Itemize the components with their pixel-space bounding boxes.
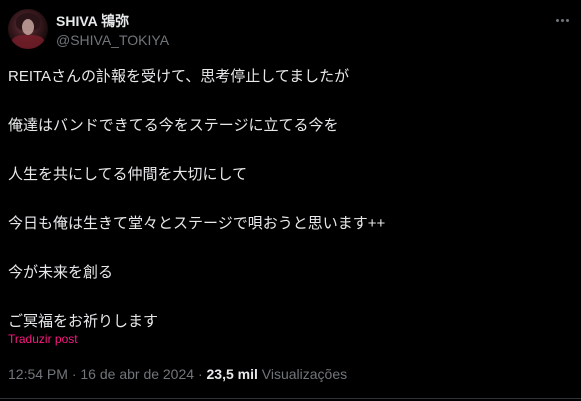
avatar-clothing xyxy=(12,35,44,49)
post-card: SHIVA 鴇弥 @SHIVA_TOKIYA REITAさんの訃報を受けて、思考… xyxy=(0,0,581,401)
more-horizontal-icon xyxy=(560,18,564,22)
post-date[interactable]: 16 de abr de 2024 xyxy=(80,366,194,382)
more-horizontal-icon xyxy=(565,18,569,22)
avatar-face xyxy=(22,19,34,35)
translate-post-link[interactable]: Traduzir post xyxy=(8,332,78,346)
post-text: REITAさんの訃報を受けて、思考停止してましたが 俺達はバンドできてる今をステ… xyxy=(8,65,573,334)
meta-separator: · xyxy=(71,366,77,382)
views-count: 23,5 mil xyxy=(206,366,258,382)
more-horizontal-icon xyxy=(555,18,559,22)
divider xyxy=(0,398,581,399)
post-text-line: ご冥福をお祈りします xyxy=(8,313,159,330)
author-display-name[interactable]: SHIVA 鴇弥 xyxy=(56,11,129,31)
post-time[interactable]: 12:54 PM xyxy=(8,366,68,382)
post-text-line: REITAさんの訃報を受けて、思考停止してましたが xyxy=(8,68,350,85)
meta-separator: · xyxy=(197,366,203,382)
author-handle[interactable]: @SHIVA_TOKIYA xyxy=(56,32,169,48)
post-text-line: 俺達はバンドできてる今をステージに立てる今を xyxy=(8,117,339,134)
post-text-line: 人生を共にしてる仲間を大切にして xyxy=(8,166,248,183)
post-text-line: 今が未来を創る xyxy=(8,264,114,281)
avatar[interactable] xyxy=(8,9,48,49)
more-options-button[interactable] xyxy=(552,12,572,28)
views-label: Visualizações xyxy=(261,366,348,382)
post-text-line: 今日も俺は生きて堂々とステージで唄おうと思います++ xyxy=(8,215,386,232)
post-metadata: 12:54 PM · 16 de abr de 2024 · 23,5 mil … xyxy=(8,366,347,382)
